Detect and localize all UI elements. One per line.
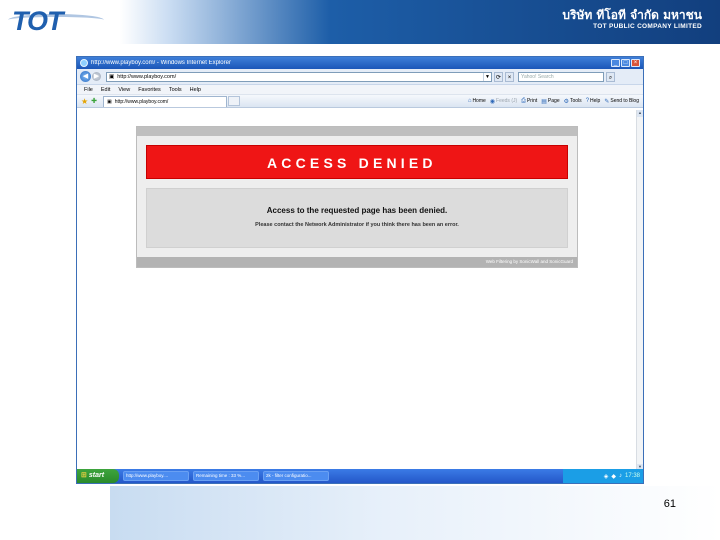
tools-icon: ⚙	[563, 98, 569, 105]
menu-view[interactable]: View	[118, 87, 130, 93]
vertical-scrollbar[interactable]: ▲ ▼	[636, 110, 643, 471]
tot-logo: TOT	[8, 6, 104, 36]
browser-window: http://www.playboy.com/ - Windows Intern…	[76, 56, 644, 484]
tools-button[interactable]: ⚙ Tools	[564, 98, 582, 105]
page-button[interactable]: ▤ Page	[541, 98, 559, 105]
home-label: Home	[472, 98, 486, 104]
address-input[interactable]: ▣ http://www.playboy.com/ ▼	[106, 71, 492, 82]
favorites-star-icon[interactable]: ★	[81, 97, 88, 106]
refresh-icon[interactable]: ⟳	[494, 71, 503, 82]
search-icon[interactable]: ⌕	[606, 71, 615, 82]
print-icon: ⎙	[521, 97, 526, 104]
panel-top-bar	[137, 127, 577, 136]
add-favorites-icon[interactable]: ✚	[91, 97, 97, 105]
close-icon[interactable]: ×	[631, 59, 640, 67]
system-tray: ◈ ◆ ♪ 17:38	[563, 469, 643, 483]
tab-favicon: ▣	[107, 98, 112, 105]
blog-label: Send to Blog	[610, 98, 639, 104]
back-button[interactable]: ◀	[80, 71, 91, 82]
menu-help[interactable]: Help	[190, 87, 201, 93]
tab-title: http://www.playboy.com/	[114, 98, 169, 105]
company-name-thai: บริษัท ทีโอที จำกัด มหาชน	[562, 8, 702, 22]
chevron-down-icon[interactable]: ▼	[483, 72, 491, 81]
site-favicon: ▣	[109, 73, 115, 80]
page-viewport: ACCESS DENIED Access to the requested pa…	[77, 110, 637, 471]
windows-flag-icon: ⊞	[81, 472, 87, 479]
home-icon: ⌂	[467, 98, 472, 104]
slide-header: TOT บริษัท ทีโอที จำกัด มหาชน TOT PUBLIC…	[0, 0, 720, 44]
taskbar-item-browser[interactable]: http://www.playboy....	[123, 471, 189, 481]
feeds-icon: ◉	[489, 98, 496, 105]
tray-network-icon[interactable]: ◈	[604, 473, 609, 480]
search-input[interactable]: Yahoo! Search	[518, 71, 604, 82]
scroll-up-icon[interactable]: ▲	[637, 110, 643, 117]
access-denied-banner: ACCESS DENIED	[146, 145, 568, 179]
maximize-icon[interactable]: □	[621, 59, 630, 67]
menu-tools[interactable]: Tools	[169, 87, 182, 93]
start-label: start	[88, 472, 105, 479]
tray-security-icon[interactable]: ◆	[611, 473, 616, 480]
slide-footer-band	[110, 486, 720, 540]
page-icon: ▤	[541, 98, 547, 105]
help-icon: ?	[585, 98, 590, 104]
browser-tab[interactable]: ▣ http://www.playboy.com/	[103, 95, 228, 107]
address-text: http://www.playboy.com/	[117, 73, 177, 80]
menu-favorites[interactable]: Favorites	[138, 87, 161, 93]
window-titlebar: http://www.playboy.com/ - Windows Intern…	[77, 57, 643, 69]
menu-edit[interactable]: Edit	[101, 87, 110, 93]
windows-taskbar: ⊞ start http://www.playboy.... Remaining …	[77, 469, 643, 483]
menu-bar: File Edit View Favorites Tools Help	[77, 85, 643, 95]
menu-file[interactable]: File	[84, 87, 93, 93]
window-title: http://www.playboy.com/ - Windows Intern…	[91, 60, 231, 66]
minimize-icon[interactable]: _	[611, 59, 620, 67]
page-label: Page	[547, 98, 560, 104]
print-label: Print	[526, 98, 538, 104]
feeds-button: ◉ Feeds (J)	[490, 98, 517, 105]
company-name-english: TOT PUBLIC COMPANY LIMITED	[593, 23, 702, 30]
denied-submessage: Please contact the Network Administrator…	[255, 222, 459, 228]
help-button[interactable]: ? Help	[586, 98, 601, 104]
tools-label: Tools	[570, 98, 582, 104]
feeds-label: Feeds (J)	[496, 98, 518, 104]
home-button[interactable]: ⌂ Home	[468, 98, 486, 104]
new-tab-button[interactable]	[228, 96, 241, 106]
tray-volume-icon[interactable]: ♪	[619, 473, 622, 479]
start-button[interactable]: ⊞ start	[77, 469, 119, 483]
company-name: บริษัท ทีโอที จำกัด มหาชน TOT PUBLIC COM…	[562, 8, 702, 31]
forward-button[interactable]: ▶	[92, 72, 101, 81]
command-toolbar: ★ ✚ ▣ http://www.playboy.com/ ⌂ Home ◉ Fee…	[77, 95, 643, 108]
command-group: ⌂ Home ◉ Feeds (J) ⎙ Print ▤ Page ⚙ Tools ? He…	[464, 98, 639, 105]
taskbar-item-filter-config[interactable]: 2k - filter configuratio...	[263, 471, 329, 481]
logo-swoosh	[8, 14, 104, 26]
help-label: Help	[590, 98, 601, 104]
denied-message: Access to the requested page has been de…	[266, 206, 448, 215]
stop-icon[interactable]: ×	[505, 71, 514, 82]
denied-message-box: Access to the requested page has been de…	[146, 188, 568, 248]
page-number: 61	[663, 498, 676, 510]
taskbar-item-remaining[interactable]: Remaining time : 33 %...	[193, 471, 259, 481]
filter-credit: Web Filtering by SonicWall and SonicGuar…	[137, 257, 577, 267]
address-bar: ◀ ▶ ▣ http://www.playboy.com/ ▼ ⟳ × Yaho…	[77, 69, 643, 85]
blog-icon: ✎	[604, 98, 610, 105]
ie-icon	[80, 59, 88, 67]
tray-clock: 17:38	[624, 473, 640, 479]
print-button[interactable]: ⎙ Print	[521, 98, 537, 105]
access-denied-panel: ACCESS DENIED Access to the requested pa…	[136, 126, 578, 268]
send-to-blog-button[interactable]: ✎ Send to Blog	[604, 98, 639, 105]
